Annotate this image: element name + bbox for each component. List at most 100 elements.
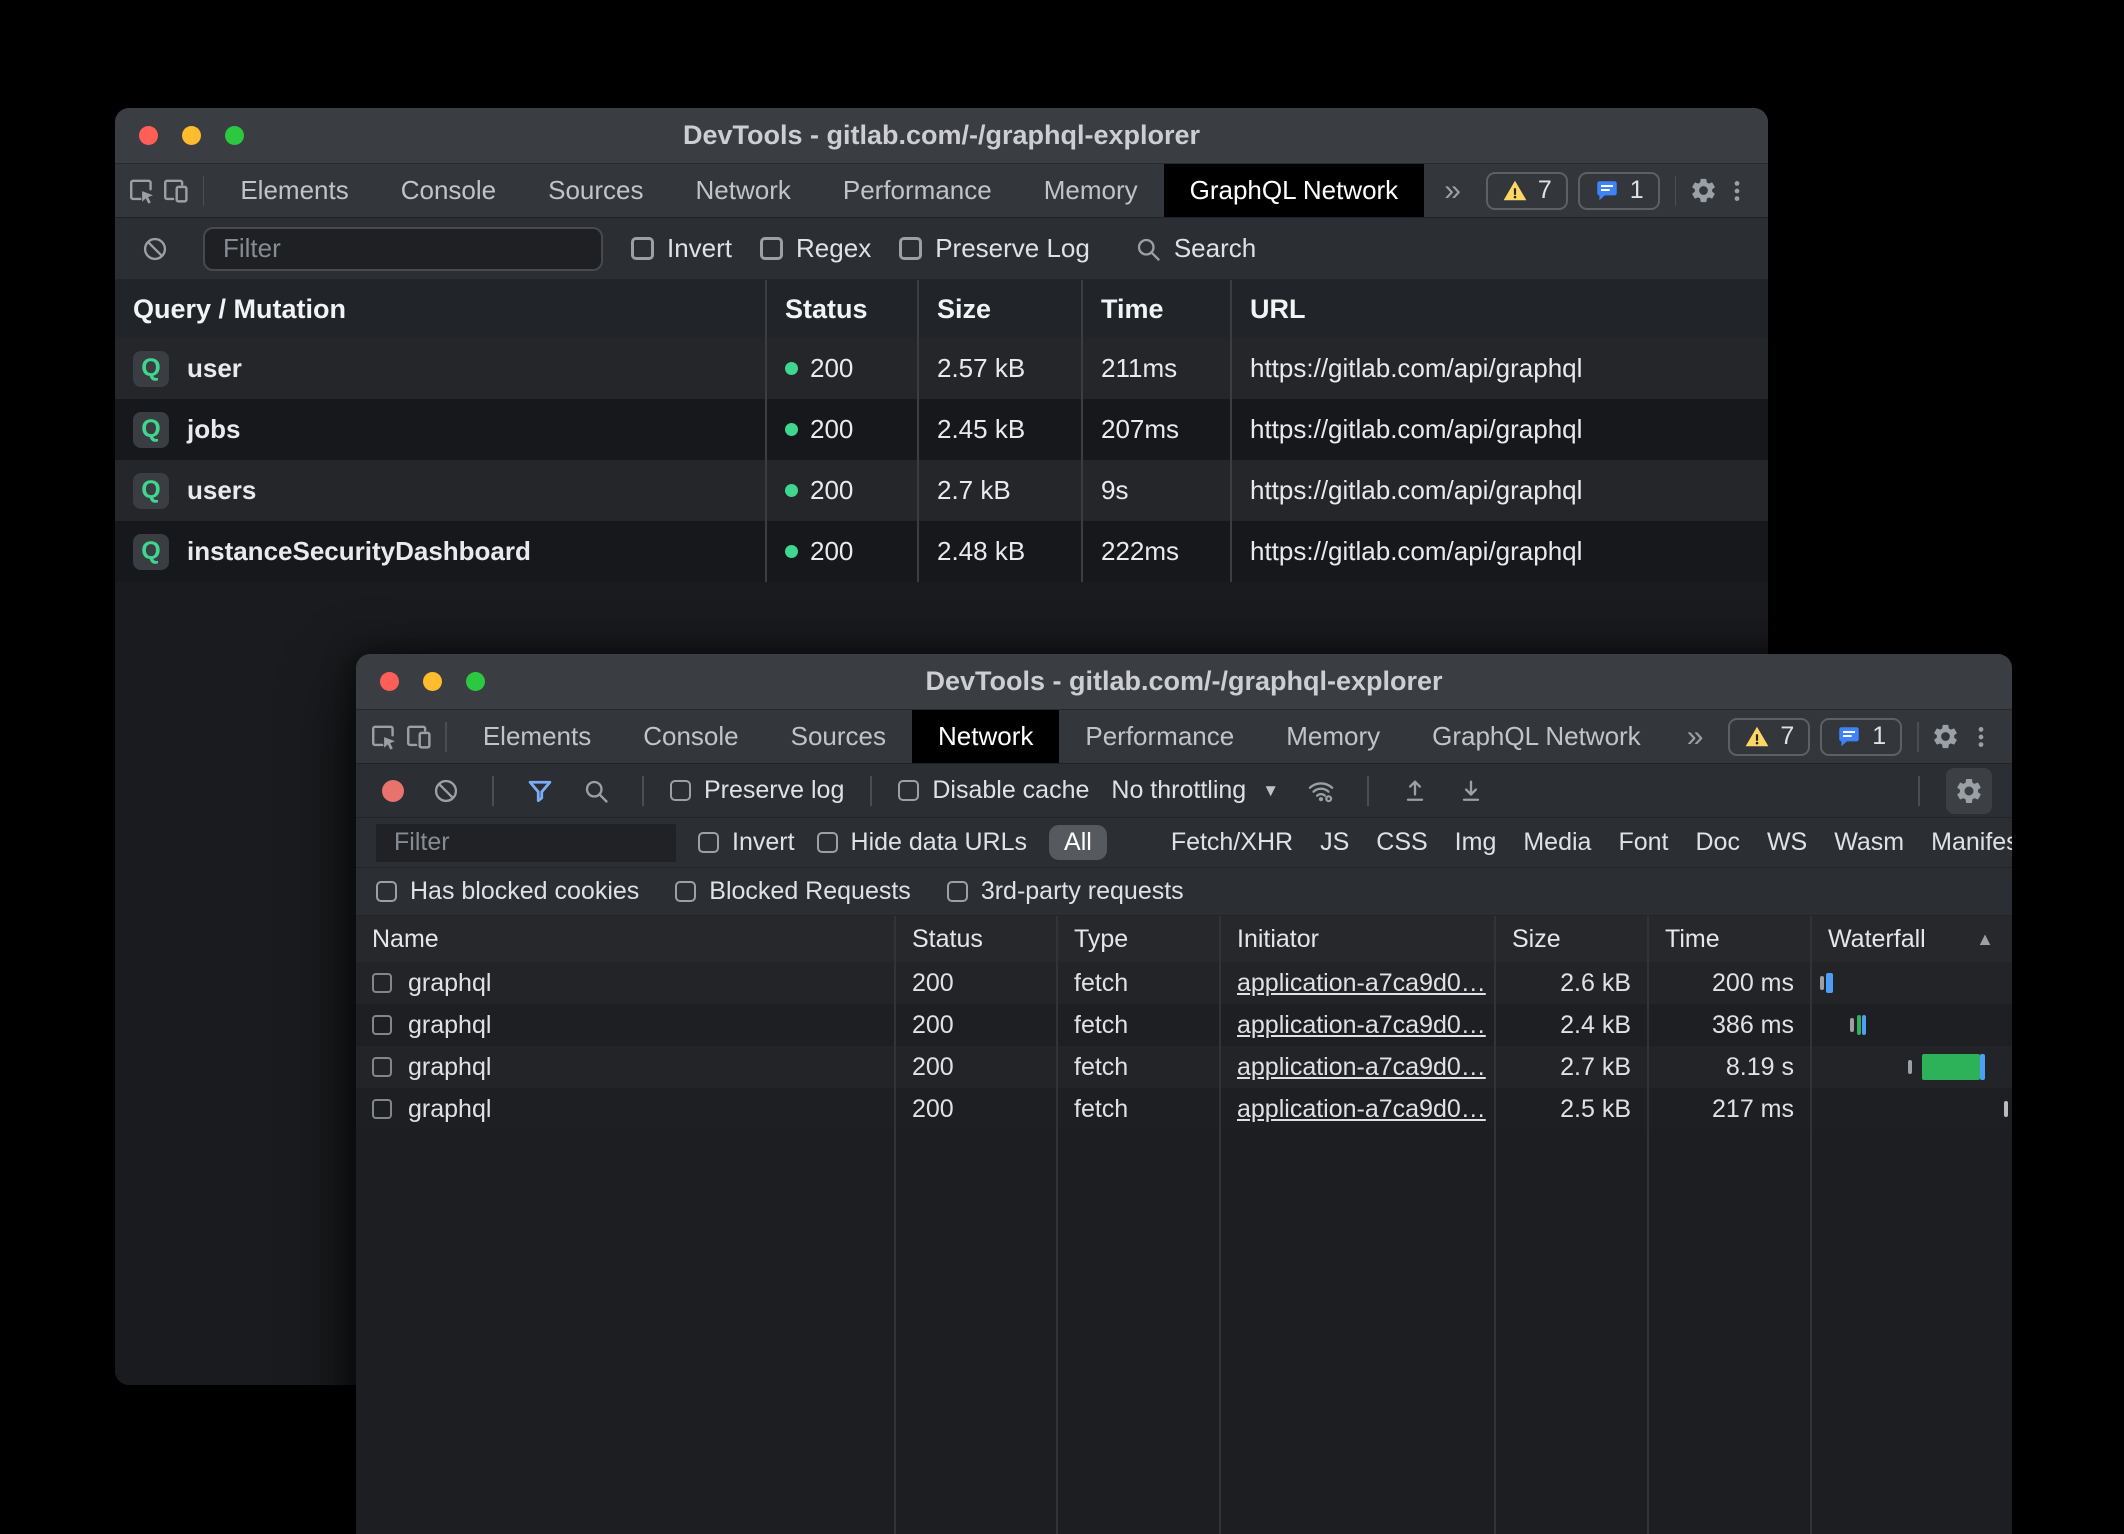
- tab-performance[interactable]: Performance: [1059, 710, 1260, 763]
- type-filter-media[interactable]: Media: [1523, 828, 1591, 857]
- checkbox-box[interactable]: [376, 881, 397, 902]
- inspect-element-icon[interactable]: [366, 710, 401, 763]
- warnings-badge[interactable]: 7: [1728, 718, 1810, 756]
- hide-data-urls-checkbox[interactable]: Hide data URLs: [817, 828, 1027, 857]
- table-row[interactable]: Qjobs 200 2.45 kB 207ms https://gitlab.c…: [115, 399, 1768, 460]
- tab-graphql-network[interactable]: GraphQL Network: [1164, 164, 1425, 217]
- close-window-button[interactable]: [139, 126, 158, 145]
- column-header-size[interactable]: Size: [917, 280, 1081, 338]
- network-request-row[interactable]: graphql 200 fetch application-a7ca9d0… 2…: [356, 1046, 2012, 1088]
- more-tabs-icon[interactable]: »: [1424, 164, 1481, 217]
- search-button[interactable]: Search: [1134, 233, 1256, 264]
- tab-performance[interactable]: Performance: [817, 164, 1018, 217]
- network-conditions-icon[interactable]: [1301, 777, 1341, 805]
- maximize-window-button[interactable]: [225, 126, 244, 145]
- type-filter-css[interactable]: CSS: [1376, 828, 1427, 857]
- invert-checkbox[interactable]: Invert: [698, 828, 795, 857]
- maximize-window-button[interactable]: [466, 672, 485, 691]
- blocked-requests-checkbox[interactable]: Blocked Requests: [675, 877, 911, 906]
- network-request-row[interactable]: graphql 200 fetch application-a7ca9d0… 2…: [356, 1004, 2012, 1046]
- type-filter-fetch-xhr[interactable]: Fetch/XHR: [1171, 828, 1293, 857]
- inspect-element-icon[interactable]: [125, 164, 159, 217]
- type-filter-wasm[interactable]: Wasm: [1834, 828, 1904, 857]
- column-header-initiator[interactable]: Initiator: [1219, 916, 1494, 962]
- initiator-link[interactable]: application-a7ca9d0…: [1237, 1095, 1486, 1124]
- has-blocked-cookies-checkbox[interactable]: Has blocked cookies: [376, 877, 639, 906]
- messages-badge[interactable]: 1: [1578, 172, 1660, 210]
- tab-memory[interactable]: Memory: [1018, 164, 1164, 217]
- column-header-type[interactable]: Type: [1056, 916, 1219, 962]
- column-header-time[interactable]: Time: [1081, 280, 1230, 338]
- import-har-icon[interactable]: [1395, 777, 1435, 805]
- column-header-waterfall[interactable]: Waterfall ▲: [1810, 916, 2012, 962]
- column-header-status[interactable]: Status: [894, 916, 1056, 962]
- minimize-window-button[interactable]: [423, 672, 442, 691]
- record-network-log-button[interactable]: [382, 780, 404, 802]
- messages-badge[interactable]: 1: [1820, 718, 1902, 756]
- titlebar[interactable]: DevTools - gitlab.com/-/graphql-explorer: [356, 654, 2012, 710]
- network-request-row[interactable]: graphql 200 fetch application-a7ca9d0… 2…: [356, 962, 2012, 1004]
- more-options-icon[interactable]: [1720, 164, 1754, 217]
- column-header-name[interactable]: Name: [356, 916, 894, 962]
- search-icon[interactable]: [576, 777, 616, 805]
- checkbox-box[interactable]: [817, 832, 838, 853]
- tab-graphql-network[interactable]: GraphQL Network: [1406, 710, 1667, 763]
- row-checkbox[interactable]: [372, 973, 392, 993]
- type-filter-js[interactable]: JS: [1320, 828, 1349, 857]
- throttling-dropdown[interactable]: No throttling ▼: [1105, 776, 1285, 805]
- titlebar[interactable]: DevTools - gitlab.com/-/graphql-explorer: [115, 108, 1768, 164]
- regex-checkbox[interactable]: Regex: [760, 233, 871, 264]
- checkbox-box[interactable]: [760, 237, 783, 260]
- row-checkbox[interactable]: [372, 1015, 392, 1035]
- tab-console[interactable]: Console: [375, 164, 522, 217]
- initiator-link[interactable]: application-a7ca9d0…: [1237, 969, 1486, 998]
- tab-network[interactable]: Network: [670, 164, 817, 217]
- network-settings-gear-icon[interactable]: [1946, 768, 1992, 814]
- more-options-icon[interactable]: [1963, 710, 1998, 763]
- tab-sources[interactable]: Sources: [522, 164, 669, 217]
- row-checkbox[interactable]: [372, 1057, 392, 1077]
- type-filter-ws[interactable]: WS: [1767, 828, 1807, 857]
- row-checkbox[interactable]: [372, 1099, 392, 1119]
- filter-funnel-icon[interactable]: [520, 777, 560, 805]
- tab-elements[interactable]: Elements: [457, 710, 617, 763]
- checkbox-box[interactable]: [899, 237, 922, 260]
- checkbox-box[interactable]: [898, 780, 919, 801]
- tab-elements[interactable]: Elements: [214, 164, 374, 217]
- device-toolbar-icon[interactable]: [401, 710, 436, 763]
- minimize-window-button[interactable]: [182, 126, 201, 145]
- type-filter-manifest[interactable]: Manifest: [1931, 828, 2012, 857]
- export-har-icon[interactable]: [1451, 777, 1491, 805]
- tab-sources[interactable]: Sources: [765, 710, 912, 763]
- column-header-query-mutation[interactable]: Query / Mutation: [115, 280, 765, 338]
- warnings-badge[interactable]: 7: [1486, 172, 1568, 210]
- table-row[interactable]: QinstanceSecurityDashboard 200 2.48 kB 2…: [115, 521, 1768, 582]
- initiator-link[interactable]: application-a7ca9d0…: [1237, 1053, 1486, 1082]
- tab-console[interactable]: Console: [617, 710, 764, 763]
- type-filter-img[interactable]: Img: [1455, 828, 1497, 857]
- checkbox-box[interactable]: [675, 881, 696, 902]
- checkbox-box[interactable]: [698, 832, 719, 853]
- type-filter-doc[interactable]: Doc: [1695, 828, 1739, 857]
- column-header-size[interactable]: Size: [1494, 916, 1647, 962]
- checkbox-box[interactable]: [631, 237, 654, 260]
- network-request-row[interactable]: graphql 200 fetch application-a7ca9d0… 2…: [356, 1088, 2012, 1130]
- filter-input[interactable]: [203, 227, 603, 271]
- column-header-url[interactable]: URL: [1230, 280, 1768, 338]
- settings-gear-icon[interactable]: [1929, 710, 1964, 763]
- device-toolbar-icon[interactable]: [159, 164, 193, 217]
- invert-checkbox[interactable]: Invert: [631, 233, 732, 264]
- preserve-log-checkbox[interactable]: Preserve Log: [899, 233, 1090, 264]
- column-header-status[interactable]: Status: [765, 280, 917, 338]
- settings-gear-icon[interactable]: [1686, 164, 1720, 217]
- tab-memory[interactable]: Memory: [1260, 710, 1406, 763]
- third-party-requests-checkbox[interactable]: 3rd-party requests: [947, 877, 1184, 906]
- table-row[interactable]: Quser 200 2.57 kB 211ms https://gitlab.c…: [115, 338, 1768, 399]
- close-window-button[interactable]: [380, 672, 399, 691]
- clear-icon[interactable]: [135, 235, 175, 263]
- tab-network[interactable]: Network: [912, 710, 1059, 763]
- filter-input[interactable]: [376, 824, 676, 862]
- type-filter-font[interactable]: Font: [1618, 828, 1668, 857]
- disable-cache-checkbox[interactable]: Disable cache: [898, 776, 1089, 805]
- table-row[interactable]: Qusers 200 2.7 kB 9s https://gitlab.com/…: [115, 460, 1768, 521]
